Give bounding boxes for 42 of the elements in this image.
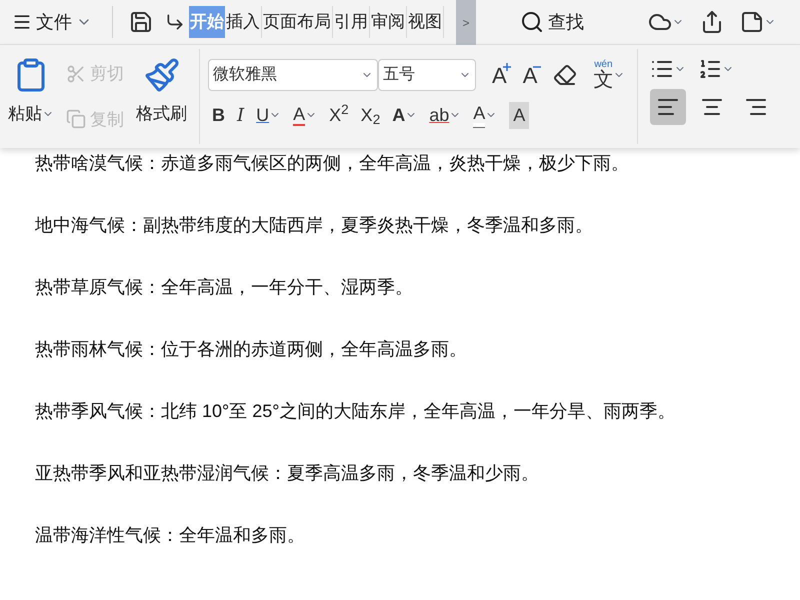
ribbon-tab[interactable]: 引用 (333, 6, 370, 38)
scissors-icon (66, 64, 86, 84)
copy-icon (66, 109, 86, 130)
paste-button[interactable]: 粘贴 (8, 57, 54, 144)
tab-scroll-button[interactable]: > (456, 0, 476, 45)
paragraph: 地中海气候：副热带纬度的大陆西岸，夏季炎热干燥，冬季温和多雨。 (35, 214, 594, 237)
file-menu[interactable]: 文件 (0, 8, 104, 36)
format-button[interactable]: ab (425, 101, 466, 129)
ribbon-tab[interactable]: 插入 (225, 6, 262, 38)
share-icon[interactable] (700, 10, 724, 34)
ribbon-tab[interactable]: 审阅 (370, 6, 407, 38)
format-button[interactable]: X$^{2}$ (325, 101, 353, 129)
font-family-field[interactable]: 微软雅黑 (208, 59, 378, 91)
format-button[interactable]: U (252, 101, 286, 129)
eraser-icon (553, 63, 578, 87)
search-icon (520, 10, 544, 34)
paragraph: 热带草原气候：全年高温，一年分干、湿两季。 (35, 276, 414, 299)
paragraph: 热带季风气候：北纬 10°至 25°之间的大陆东岸，全年高温，一年分旱、雨两季。 (35, 400, 676, 423)
ribbon-tab[interactable]: 视图 (407, 6, 444, 38)
format-painter-button[interactable]: 格式刷 (136, 57, 187, 144)
paintbrush-icon (144, 57, 180, 93)
arrow-icon[interactable] (165, 12, 185, 32)
note-icon[interactable] (740, 10, 764, 34)
align-button[interactable] (650, 89, 686, 125)
grow-font-button[interactable]: A (488, 59, 511, 91)
search-button[interactable]: 查找 (520, 8, 584, 36)
paragraph: 热带啥漠气候：赤道多雨气候区的两侧，全年高温，炎热干燥，极少下雨。 (35, 152, 630, 175)
format-button[interactable]: A (388, 101, 422, 129)
pinyin-button[interactable]: wén 文 (589, 57, 630, 93)
shrink-font-button[interactable]: A (518, 59, 542, 91)
paragraph: 温带海洋性气候：全年温和多雨。 (35, 524, 306, 547)
save-icon[interactable] (129, 10, 153, 34)
paragraph: 热带雨林气候：位于各洲的赤道两侧，全年高温多雨。 (35, 338, 468, 361)
numbered-list-icon[interactable] (698, 57, 722, 81)
format-button[interactable]: X$_{2}$ (356, 101, 384, 129)
ribbon-tab[interactable]: 页面布局 (262, 6, 333, 38)
format-button[interactable]: I (233, 101, 248, 129)
font-size-field[interactable]: 五号 (378, 59, 476, 91)
format-button[interactable]: B (208, 101, 229, 129)
paragraph: 亚热带季风和亚热带湿润气候：夏季高温多雨，冬季温和少雨。 (35, 462, 540, 485)
format-button[interactable]: A (289, 101, 322, 129)
format-button[interactable]: A (469, 101, 502, 129)
